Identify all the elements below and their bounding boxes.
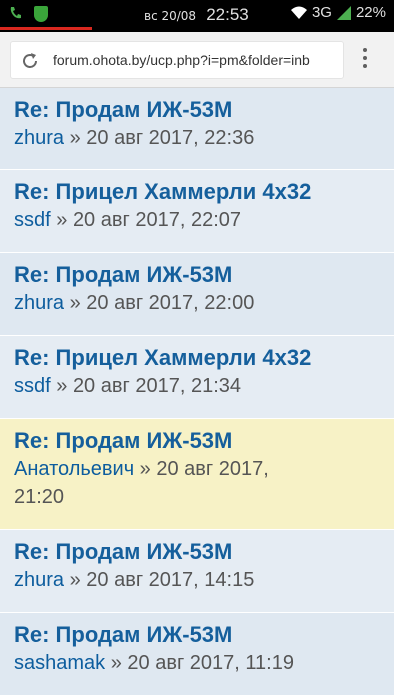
notification-icons [8, 5, 48, 22]
overflow-menu-icon[interactable] [360, 48, 370, 72]
message-meta: ssdf » 20 авг 2017, 21:34 [14, 375, 241, 397]
notification-indicator [0, 27, 92, 30]
message-author[interactable]: zhura [14, 127, 64, 149]
message-list: Re: Продам ИЖ-53М zhura » 20 авг 2017, 2… [0, 88, 394, 696]
message-date: 20 авг 2017, [156, 458, 269, 480]
message-date: 20 авг 2017, 11:19 [127, 652, 294, 674]
phone-icon [8, 5, 24, 21]
message-date: 20 авг 2017, 21:34 [72, 375, 241, 397]
browser-toolbar: forum.ohota.by/ucp.php?i=pm&folder=inb [0, 32, 394, 88]
message-author[interactable]: ssdf [14, 209, 51, 231]
wifi-icon [290, 6, 308, 20]
message-date: 20 авг 2017, 22:36 [86, 127, 255, 149]
message-author[interactable]: zhura [14, 569, 64, 591]
message-date: 20 авг 2017, 22:07 [72, 209, 241, 231]
status-datetime: вс 20/08 22:53 [144, 5, 249, 25]
message-meta: zhura » 20 авг 2017, 22:36 [14, 127, 255, 149]
status-right: 3G 22% [290, 4, 386, 21]
list-item[interactable]: Re: Продам ИЖ-53М zhura » 20 авг 2017, 2… [0, 253, 394, 336]
message-author[interactable]: zhura [14, 292, 64, 314]
message-title[interactable]: Re: Продам ИЖ-53М [14, 96, 394, 124]
message-meta: zhura » 20 авг 2017, 14:15 [14, 569, 255, 591]
message-meta: zhura » 20 авг 2017, 22:00 [14, 292, 255, 314]
url-text: forum.ohota.by/ucp.php?i=pm&folder=inb [53, 52, 310, 68]
message-date-continued: 21:20 [14, 486, 65, 508]
shield-icon [34, 6, 48, 22]
message-title[interactable]: Re: Продам ИЖ-53М [14, 538, 394, 566]
status-time: 22:53 [206, 5, 249, 24]
list-item[interactable]: Re: Продам ИЖ-53М zhura » 20 авг 2017, 1… [0, 530, 394, 613]
status-date: вс 20/08 [144, 9, 197, 23]
message-date: 20 авг 2017, 22:00 [86, 292, 255, 314]
battery-level: 22% [355, 4, 386, 21]
network-type: 3G [311, 4, 332, 21]
signal-icon [336, 5, 352, 21]
status-bar: вс 20/08 22:53 3G 22% [0, 0, 394, 32]
list-item[interactable]: Re: Прицел Хаммерли 4х32 ssdf » 20 авг 2… [0, 336, 394, 419]
list-item[interactable]: Re: Продам ИЖ-53М Анатольевич » 20 авг 2… [0, 419, 394, 530]
message-meta: sashamak » 20 авг 2017, 11:19 [14, 652, 294, 674]
message-date: 20 авг 2017, 14:15 [86, 569, 255, 591]
message-author[interactable]: Анатольевич [14, 458, 134, 480]
message-title[interactable]: Re: Продам ИЖ-53М [14, 261, 394, 289]
list-item[interactable]: Re: Прицел Хаммерли 4х32 ssdf » 20 авг 2… [0, 170, 394, 253]
message-title[interactable]: Re: Прицел Хаммерли 4х32 [14, 178, 394, 206]
message-meta: Анатольевич » 20 авг 2017, [14, 458, 269, 480]
message-meta: ssdf » 20 авг 2017, 22:07 [14, 209, 241, 231]
message-title[interactable]: Re: Продам ИЖ-53М [14, 621, 394, 649]
address-bar[interactable]: forum.ohota.by/ucp.php?i=pm&folder=inb [10, 41, 344, 79]
message-author[interactable]: sashamak [14, 652, 105, 674]
list-item[interactable]: Re: Продам ИЖ-53М sashamak » 20 авг 2017… [0, 613, 394, 696]
message-title[interactable]: Re: Прицел Хаммерли 4х32 [14, 344, 394, 372]
list-item[interactable]: Re: Продам ИЖ-53М zhura » 20 авг 2017, 2… [0, 88, 394, 170]
message-title[interactable]: Re: Продам ИЖ-53М [14, 427, 394, 455]
message-author[interactable]: ssdf [14, 375, 51, 397]
reload-icon[interactable] [19, 50, 41, 72]
